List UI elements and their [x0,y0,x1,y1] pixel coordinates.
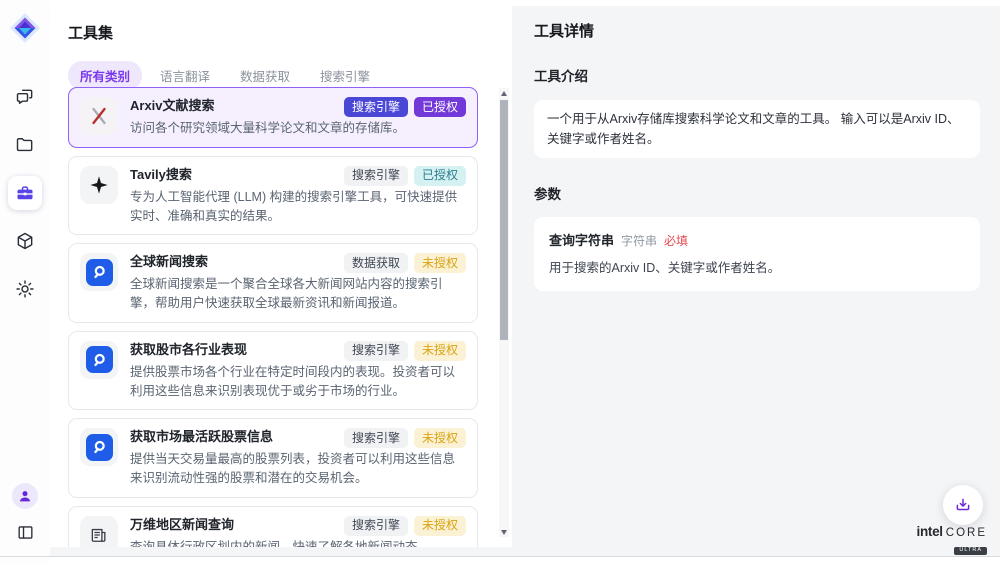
arxiv-icon [80,97,118,135]
tool-card-regional-news[interactable]: 万维地区新闻查询 搜索引擎 未授权 查询具体行政区划内的新闻，快速了解各地新闻动… [68,506,478,547]
tool-desc: 全球新闻搜索是一个聚合全球各大新闻网站内容的搜索引擎，帮助用户快速获取全球最新资… [130,275,466,313]
app-logo[interactable] [9,12,41,44]
intel-brand-text: intel [917,525,943,539]
tool-name: 获取市场最活跃股票信息 [130,428,338,447]
scroll-down-icon[interactable] [499,527,509,537]
intro-heading: 工具介绍 [534,65,980,85]
auth-badge: 已授权 [414,166,466,186]
ultra-badge: ULTRA [954,547,987,556]
tool-desc: 访问各个研究领域大量科学论文和文章的存储库。 [130,119,466,138]
param-name: 查询字符串 [549,230,614,249]
tool-name: 全球新闻搜索 [130,253,338,272]
news-search-icon [80,341,118,379]
tab-search-engine[interactable]: 搜索引擎 [308,61,382,90]
param-desc: 用于搜索的Arxiv ID、关键字或作者姓名。 [549,257,965,276]
list-scrollbar[interactable] [499,88,509,537]
left-rail [0,0,50,563]
intro-card: 一个用于从Arxiv存储库搜索科学论文和文章的工具。 输入可以是Arxiv ID… [534,100,980,158]
user-avatar[interactable] [12,483,38,509]
newspaper-icon [80,516,118,547]
category-badge: 搜索引擎 [344,166,408,186]
scroll-up-icon[interactable] [499,88,509,98]
app-container: 工具集 所有类别 语言翻译 数据获取 搜索引擎 Arxiv文献搜索 [50,6,1000,556]
toolbox-icon[interactable] [8,176,42,210]
settings-icon[interactable] [8,272,42,306]
category-badge: 搜索引擎 [344,97,408,117]
package-icon[interactable] [8,224,42,258]
tool-name: Tavily搜索 [130,166,338,185]
tool-detail-panel: 工具详情 工具介绍 一个用于从Arxiv存储库搜索科学论文和文章的工具。 输入可… [512,6,1000,556]
tab-translation[interactable]: 语言翻译 [148,61,222,90]
intel-core-logo: intel CORE ULTRA [917,525,988,556]
auth-badge: 未授权 [414,253,466,273]
tab-data-fetch[interactable]: 数据获取 [228,61,302,90]
tool-desc: 查询具体行政区划内的新闻，快速了解各地新闻动态。 [130,538,466,547]
auth-badge: 未授权 [414,516,466,536]
auth-badge: 已授权 [414,97,466,117]
params-heading: 参数 [534,183,980,203]
tool-card-arxiv[interactable]: Arxiv文献搜索 搜索引擎 已授权 访问各个研究领域大量科学论文和文章的存储库… [68,87,478,148]
category-badge: 搜索引擎 [344,341,408,361]
tool-card-active-stocks[interactable]: 获取市场最活跃股票信息 搜索引擎 未授权 提供当天交易量最高的股票列表，投资者可… [68,418,478,498]
tool-card-global-news[interactable]: 全球新闻搜索 数据获取 未授权 全球新闻搜索是一个聚合全球各大新闻网站内容的搜索… [68,243,478,323]
auth-badge: 未授权 [414,341,466,361]
download-button[interactable] [943,485,983,525]
tool-desc: 专为人工智能代理 (LLM) 构建的搜索引擎工具，可快速提供实时、准确和真实的结… [130,188,466,226]
panel-toggle-icon[interactable] [8,519,42,545]
tool-desc: 提供当天交易量最高的股票列表，投资者可以利用这些信息来识别流动性强的股票和潜在的… [130,450,466,488]
category-badge: 搜索引擎 [344,428,408,448]
tool-name: Arxiv文献搜索 [130,97,338,116]
category-badge: 搜索引擎 [344,516,408,536]
tool-card-sector-performance[interactable]: 获取股市各行业表现 搜索引擎 未授权 提供股票市场各个行业在特定时间段内的表现。… [68,331,478,411]
download-icon [954,496,972,514]
tool-cards: Arxiv文献搜索 搜索引擎 已授权 访问各个研究领域大量科学论文和文章的存储库… [68,87,478,547]
window-bottom-border [0,556,1000,557]
category-tabs: 所有类别 语言翻译 数据获取 搜索引擎 [68,61,382,90]
core-brand-text: CORE [946,528,987,540]
tool-card-tavily[interactable]: Tavily搜索 搜索引擎 已授权 专为人工智能代理 (LLM) 构建的搜索引擎… [68,156,478,236]
scrollbar-thumb[interactable] [500,100,508,340]
auth-badge: 未授权 [414,428,466,448]
param-card: 查询字符串 字符串 必填 用于搜索的Arxiv ID、关键字或作者姓名。 [534,217,980,291]
tab-all-categories[interactable]: 所有类别 [68,61,142,90]
tool-name: 获取股市各行业表现 [130,341,338,360]
chat-icon[interactable] [8,80,42,114]
param-required-badge: 必填 [664,232,688,249]
news-search-icon [80,428,118,466]
tool-desc: 提供股票市场各个行业在特定时间段内的表现。投资者可以利用这些信息来识别表现优于或… [130,363,466,401]
news-search-icon [80,253,118,291]
folder-icon[interactable] [8,128,42,162]
tool-name: 万维地区新闻查询 [130,516,338,535]
tools-list-panel: 工具集 所有类别 语言翻译 数据获取 搜索引擎 Arxiv文献搜索 [50,6,512,547]
detail-title: 工具详情 [534,20,980,41]
sparkle-icon [80,166,118,204]
page-title: 工具集 [68,22,113,43]
param-type: 字符串 [621,232,657,249]
category-badge: 数据获取 [344,253,408,273]
